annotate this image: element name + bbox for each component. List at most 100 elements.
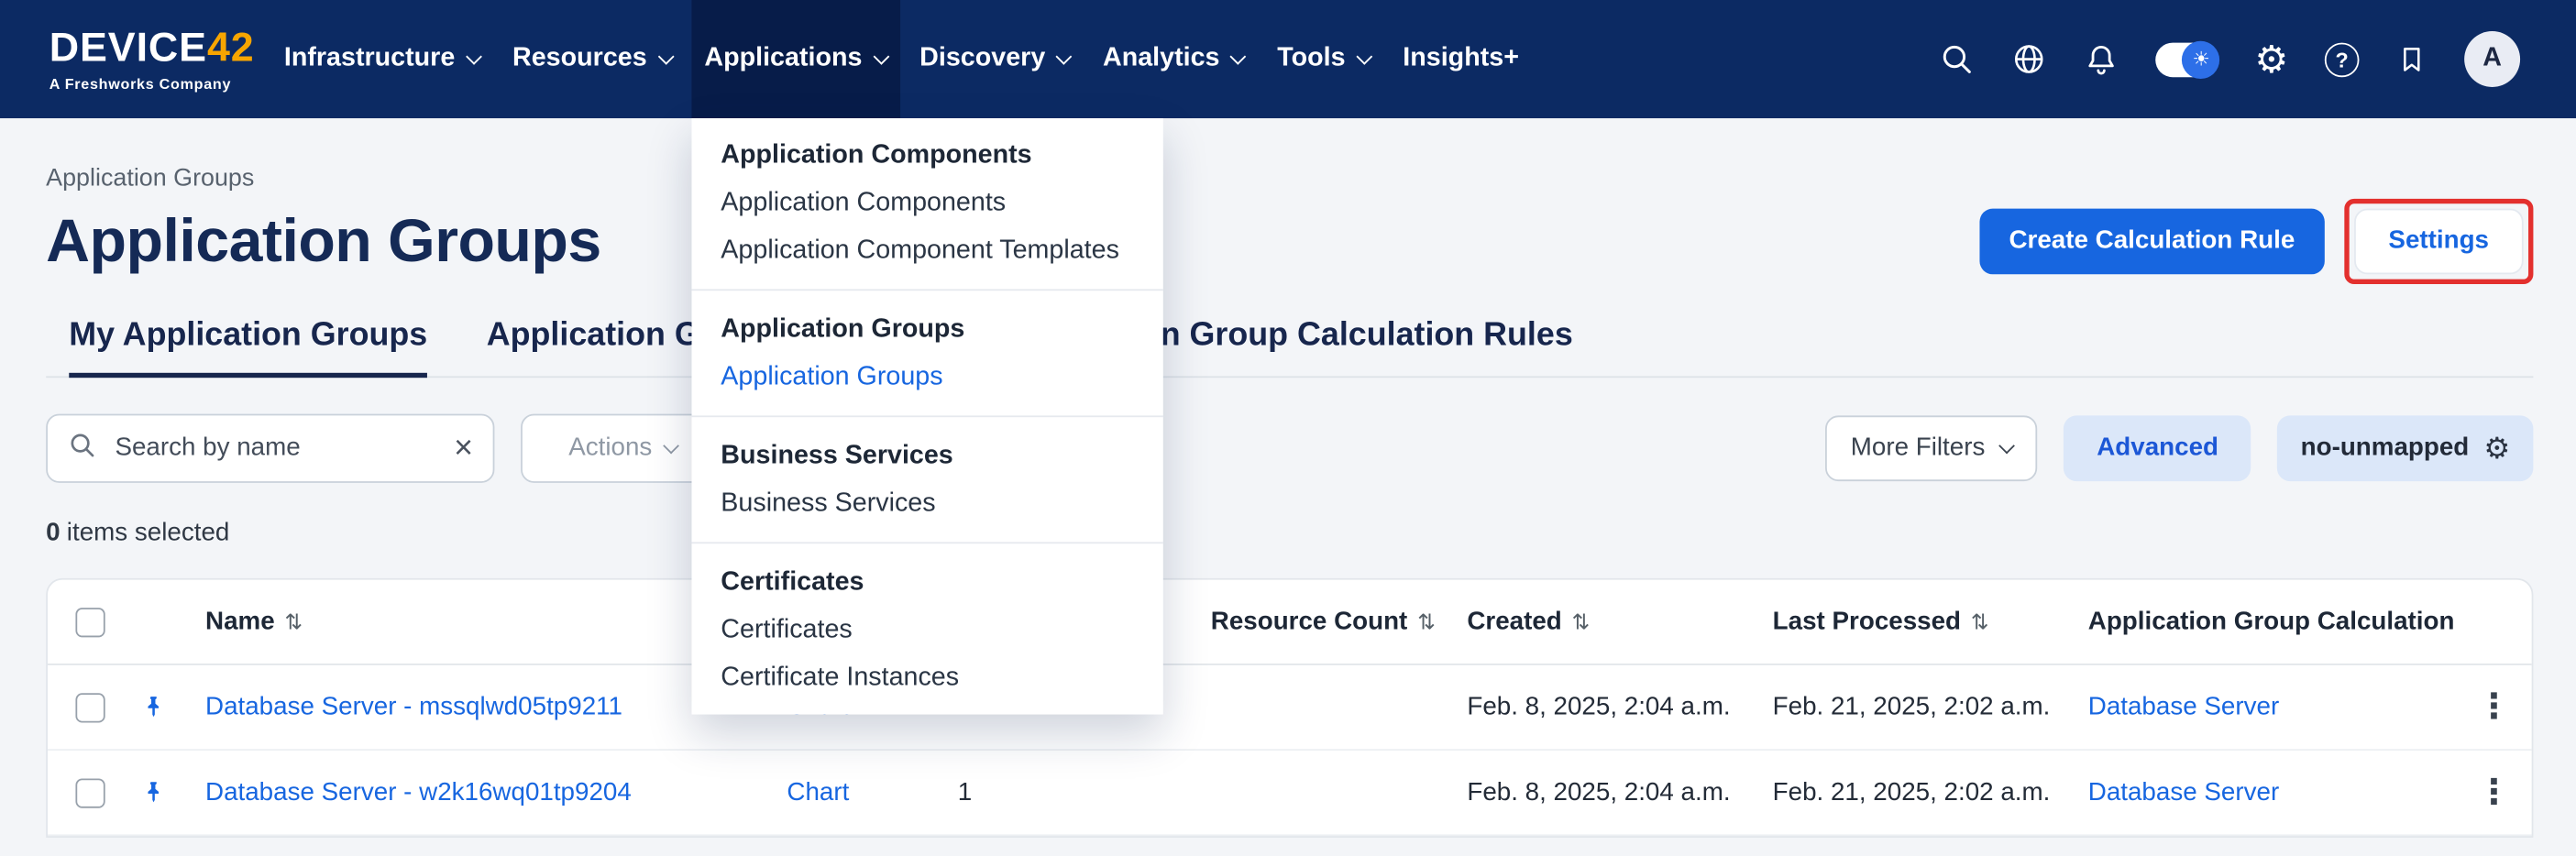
created-cell: Feb. 8, 2025, 2:04 a.m.	[1427, 778, 1739, 807]
sort-icon: ⇅	[1971, 609, 1989, 633]
chevron-down-icon	[466, 48, 482, 64]
sort-icon: ⇅	[1572, 609, 1591, 633]
chevron-down-icon	[657, 48, 674, 64]
tab-bar: My Application Groups Application Group …	[46, 304, 2533, 379]
kebab-menu-icon[interactable]: ⋮	[2477, 686, 2512, 728]
nav-insights-plus-label: Insights+	[1403, 44, 1519, 73]
select-all-cell	[48, 607, 133, 636]
nav-insights-plus[interactable]: Insights+	[1390, 0, 1532, 118]
last-processed-cell: Feb. 21, 2025, 2:02 a.m.	[1740, 778, 2049, 807]
breadcrumb[interactable]: Application Groups	[46, 164, 2533, 192]
row-checkbox[interactable]	[75, 692, 105, 721]
pin-icon[interactable]	[133, 778, 193, 806]
settings-button[interactable]: Settings	[2354, 209, 2524, 275]
application-groups-page: DEVICE42 A Freshworks Company Infrastruc…	[0, 0, 2576, 856]
chevron-down-icon	[1999, 438, 2016, 455]
main-navigation: Infrastructure Resources Applications Ap…	[271, 0, 1533, 118]
more-filters-button[interactable]: More Filters	[1826, 415, 2038, 481]
brand-tagline: A Freshworks Company	[50, 75, 255, 92]
menu-item-application-groups[interactable]: Application Groups	[691, 353, 1162, 401]
nav-discovery-label: Discovery	[919, 44, 1045, 73]
nav-applications-label: Applications	[704, 44, 862, 73]
menu-item-certificate-instances[interactable]: Certificate Instances	[691, 653, 1162, 701]
table-row: Database Server - w2k16wq01tp9204 Chart …	[48, 751, 2532, 836]
row-checkbox[interactable]	[75, 778, 105, 807]
nav-discovery[interactable]: Discovery	[907, 0, 1084, 118]
application-groups-table: Name⇅ Chart Resource Count⇅ Created⇅ Las…	[46, 578, 2533, 838]
resource-count-cell: 1	[948, 778, 1427, 807]
nav-tools[interactable]: Tools	[1264, 0, 1383, 118]
search-icon	[67, 430, 96, 467]
calculation-rule-link[interactable]: Database Server	[2049, 692, 2456, 721]
page-header-actions: Create Calculation Rule Settings	[1979, 199, 2533, 284]
create-calculation-rule-button[interactable]: Create Calculation Rule	[1979, 209, 2324, 275]
column-header-created[interactable]: Created⇅	[1427, 607, 1739, 636]
search-input[interactable]	[112, 432, 439, 465]
menu-divider	[691, 415, 1162, 417]
group-name-link[interactable]: Database Server - w2k16wq01tp9204	[193, 778, 774, 807]
calculation-rule-link[interactable]: Database Server	[2049, 778, 2456, 807]
theme-toggle[interactable]: ☀	[2156, 42, 2218, 77]
column-header-calculation-rule[interactable]: Application Group Calculation Rule	[2049, 607, 2456, 636]
nav-resources[interactable]: Resources	[500, 0, 685, 118]
applications-dropdown-menu: Application Components Application Compo…	[691, 118, 1162, 715]
settings-gear-icon[interactable]: ⚙	[2254, 40, 2288, 78]
nav-analytics[interactable]: Analytics	[1090, 0, 1258, 118]
kebab-menu-icon[interactable]: ⋮	[2477, 772, 2512, 813]
row-select-cell	[48, 778, 133, 807]
saved-filter-button[interactable]: no-unmapped⚙	[2278, 415, 2534, 481]
red-annotation-box: Settings	[2344, 199, 2533, 284]
list-toolbar: × Actions More Filters Advanced no-unmap…	[46, 414, 2533, 483]
pin-icon[interactable]	[133, 693, 193, 720]
nav-applications[interactable]: Applications Application Components Appl…	[691, 0, 900, 118]
device42-logo[interactable]: DEVICE42 A Freshworks Company	[50, 27, 255, 92]
nav-tools-label: Tools	[1277, 44, 1345, 73]
actions-label: Actions	[568, 433, 652, 463]
chevron-down-icon	[873, 48, 889, 64]
nav-infrastructure-label: Infrastructure	[284, 44, 455, 73]
select-all-checkbox[interactable]	[75, 607, 105, 636]
user-avatar[interactable]: A	[2464, 31, 2520, 87]
selection-count: 0	[46, 519, 60, 546]
tab-my-application-groups[interactable]: My Application Groups	[69, 304, 427, 379]
chart-link[interactable]: Chart	[774, 778, 948, 807]
menu-divider	[691, 542, 1162, 543]
menu-item-certificates[interactable]: Certificates	[691, 606, 1162, 653]
selection-label: items selected	[67, 519, 230, 546]
navbar-icon-group: ☀ ⚙ ? A	[1939, 31, 2520, 87]
sun-icon: ☀	[2193, 49, 2210, 70]
menu-item-application-components[interactable]: Application Components	[691, 179, 1162, 226]
theme-toggle-knob: ☀	[2183, 40, 2220, 78]
nav-resources-label: Resources	[512, 44, 647, 73]
menu-section-header: Certificates	[691, 558, 1162, 606]
bookmark-icon[interactable]	[2395, 41, 2428, 77]
help-icon[interactable]: ?	[2325, 42, 2360, 77]
brand-42-text: 42	[207, 24, 255, 70]
search-icon[interactable]	[1939, 41, 1975, 77]
menu-item-application-component-templates[interactable]: Application Component Templates	[691, 226, 1162, 274]
column-header-last-processed[interactable]: Last Processed⇅	[1740, 607, 2049, 636]
nav-analytics-label: Analytics	[1103, 44, 1219, 73]
table-header-row: Name⇅ Chart Resource Count⇅ Created⇅ Las…	[48, 580, 2532, 665]
last-processed-cell: Feb. 21, 2025, 2:02 a.m.	[1740, 692, 2049, 721]
top-navbar: DEVICE42 A Freshworks Company Infrastruc…	[0, 0, 2576, 118]
group-name-link[interactable]: Database Server - mssqlwd05tp9211	[193, 692, 774, 721]
column-header-name[interactable]: Name⇅	[193, 607, 774, 636]
filter-gear-icon: ⚙	[2483, 433, 2510, 463]
chevron-down-icon	[663, 438, 679, 455]
brand-device-text: DEVICE	[50, 24, 207, 70]
created-cell: Feb. 8, 2025, 2:04 a.m.	[1427, 692, 1739, 721]
page-content: Application Groups Application Groups Cr…	[0, 164, 2576, 838]
row-select-cell	[48, 692, 133, 721]
globe-icon[interactable]	[2011, 41, 2047, 77]
menu-item-business-services[interactable]: Business Services	[691, 479, 1162, 527]
clear-search-icon[interactable]: ×	[454, 432, 473, 465]
menu-section-header: Application Groups	[691, 305, 1162, 353]
row-menu-cell: ⋮	[2456, 686, 2531, 728]
nav-infrastructure[interactable]: Infrastructure	[271, 0, 493, 118]
notifications-bell-icon[interactable]	[2084, 41, 2119, 77]
advanced-button[interactable]: Advanced	[2064, 415, 2251, 481]
menu-section-header: Application Components	[691, 131, 1162, 179]
device42-wordmark: DEVICE42	[50, 27, 255, 69]
table-row: Database Server - mssqlwd05tp9211 Chart …	[48, 665, 2532, 751]
